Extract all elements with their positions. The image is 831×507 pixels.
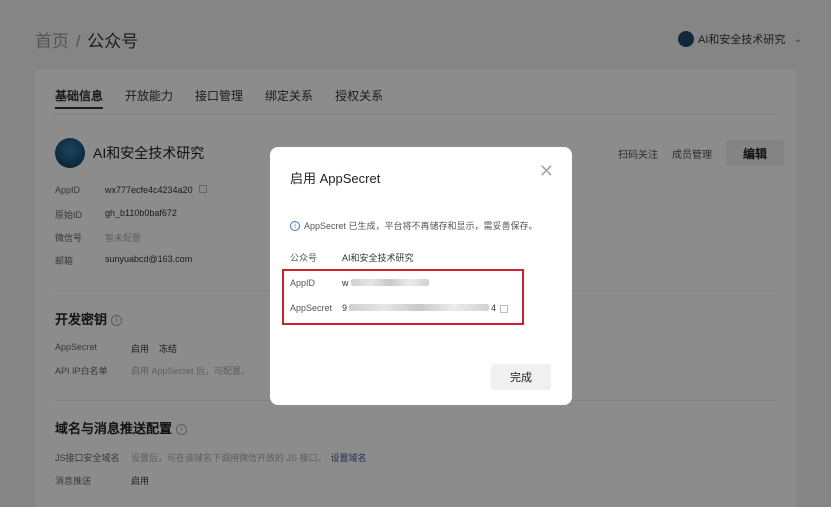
dialog-account-value: AI和安全技术研究 bbox=[342, 253, 414, 263]
appsecret-dialog: 启用 AppSecret ✕ i AppSecret 已生成，平台将不再储存和显… bbox=[270, 147, 572, 405]
close-icon[interactable]: ✕ bbox=[539, 161, 554, 182]
highlight-box bbox=[282, 269, 524, 325]
done-button[interactable]: 完成 bbox=[491, 364, 551, 390]
dialog-title: 启用 AppSecret bbox=[290, 171, 381, 186]
dialog-account-row: 公众号 AI和安全技术研究 bbox=[290, 251, 414, 264]
dialog-account-label: 公众号 bbox=[290, 253, 318, 263]
dialog-notice-text: AppSecret 已生成，平台将不再储存和显示，需妥善保存。 bbox=[304, 221, 538, 231]
dialog-notice: i AppSecret 已生成，平台将不再储存和显示，需妥善保存。 bbox=[290, 219, 538, 232]
info-icon: i bbox=[290, 220, 300, 231]
